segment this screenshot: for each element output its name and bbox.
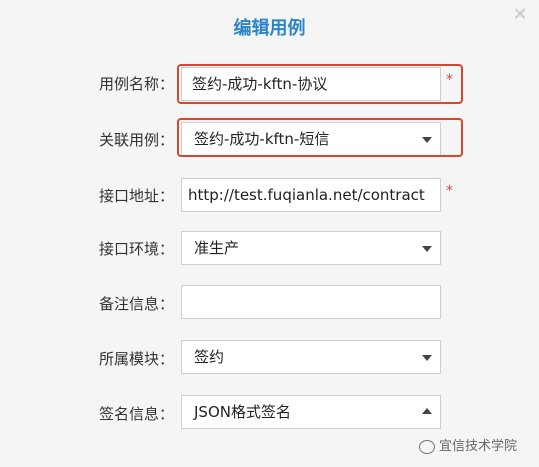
module-select[interactable]: 签约: [181, 340, 441, 374]
case-name-required-mark: *: [446, 72, 453, 88]
api-address-required-mark: *: [446, 183, 453, 199]
watermark: 宜信技术学院: [419, 435, 517, 454]
api-env-select[interactable]: 准生产: [181, 231, 441, 265]
remarks-label: 备注信息：: [98, 295, 174, 313]
case-name-label: 用例名称：: [98, 75, 174, 93]
api-env-label: 接口环境：: [98, 240, 174, 258]
remarks-input[interactable]: [181, 285, 441, 319]
sign-info-select[interactable]: JSON格式签名: [181, 395, 441, 429]
close-icon[interactable]: ✕: [511, 6, 529, 24]
related-case-label: 关联用例：: [98, 131, 174, 149]
edit-case-dialog: 编辑用例 ✕ 用例名称： 签约-成功-kftn-协议 * 关联用例： 签约-成功…: [0, 0, 539, 467]
module-value: 签约: [194, 348, 225, 366]
watermark-text: 宜信技术学院: [439, 439, 518, 454]
api-address-value: http://test.fuqianla.net/contract: [188, 186, 425, 204]
module-label: 所属模块：: [98, 350, 174, 368]
related-case-highlight: [177, 118, 463, 157]
chevron-down-icon[interactable]: [422, 355, 432, 361]
api-address-input[interactable]: http://test.fuqianla.net/contract: [181, 178, 441, 212]
case-name-highlight: [177, 64, 463, 104]
sign-info-label: 签名信息：: [98, 405, 174, 423]
api-env-value: 准生产: [194, 239, 240, 257]
wechat-icon: [419, 439, 435, 454]
sign-info-value: JSON格式签名: [194, 403, 291, 421]
dialog-title: 编辑用例: [233, 18, 306, 39]
chevron-down-icon[interactable]: [422, 246, 432, 252]
api-address-label: 接口地址：: [98, 187, 174, 205]
chevron-up-icon[interactable]: [422, 408, 432, 414]
